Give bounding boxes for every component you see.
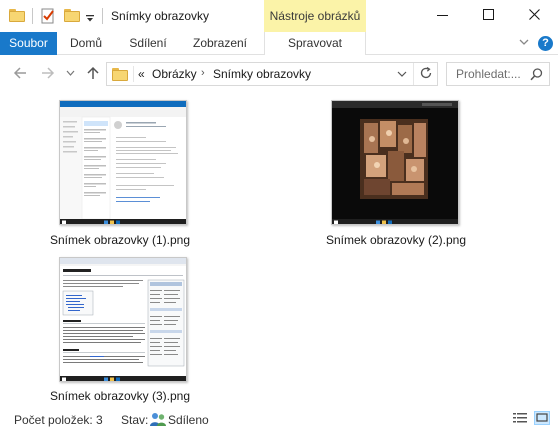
breadcrumb-screenshots[interactable]: Snímky obrazovky [213, 67, 311, 81]
file-name-2: Snímek obrazovky (2).png [325, 233, 467, 247]
expand-ribbon-chevron-icon[interactable] [518, 36, 530, 48]
quick-access-separator [32, 8, 33, 24]
large-icons-view-icon [536, 413, 548, 422]
file-name-3: Snímek obrazovky (3).png [49, 389, 191, 403]
help-icon[interactable]: ? [538, 36, 553, 51]
state-value: Sdíleno [168, 413, 209, 427]
context-group-text: Nástroje obrázků [269, 9, 361, 23]
thumbnail-outlook-screenshot [59, 100, 187, 225]
maximize-button[interactable] [466, 0, 512, 30]
address-bar[interactable]: « Obrázky › Snímky obrazovky [106, 62, 438, 86]
tab-view[interactable]: Zobrazení [187, 32, 253, 55]
address-separator [133, 66, 134, 82]
minimize-button[interactable] [420, 0, 466, 30]
search-box[interactable]: Prohledat:... [446, 62, 550, 86]
search-placeholder: Prohledat:... [456, 67, 521, 81]
new-folder-icon[interactable] [64, 9, 80, 27]
details-view-icon [513, 413, 527, 423]
tab-manage[interactable]: Spravovat [264, 32, 366, 55]
quick-access-dropdown[interactable] [86, 12, 95, 30]
tab-share[interactable]: Sdílení [124, 32, 172, 55]
shared-users-icon [150, 413, 166, 426]
up-arrow-icon[interactable] [85, 65, 101, 81]
file-name-1: Snímek obrazovky (1).png [49, 233, 191, 247]
details-view-button[interactable] [512, 411, 528, 425]
close-icon [529, 9, 540, 20]
search-icon [530, 68, 543, 81]
maximize-icon [483, 9, 494, 20]
breadcrumb-pictures[interactable]: Obrázky [152, 67, 197, 81]
recent-locations-chevron-icon[interactable] [66, 69, 75, 77]
breadcrumb-chevron-icon[interactable]: › [201, 67, 205, 79]
thumbnail-photo-viewer-screenshot [331, 100, 459, 225]
context-group-label: Nástroje obrázků [264, 0, 366, 32]
file-item-1[interactable]: Snímek obrazovky (1).png [40, 90, 200, 250]
file-item-3[interactable]: Snímek obrazovky (3).png [40, 250, 200, 406]
back-arrow-icon[interactable] [12, 65, 28, 81]
address-folder-icon [112, 68, 128, 81]
breadcrumb-overflow[interactable]: « [138, 67, 145, 81]
tab-home[interactable]: Domů [64, 32, 108, 55]
title-bar: Snímky obrazovky Nástroje obrázků [0, 0, 558, 32]
address-history-dropdown-icon[interactable] [397, 70, 407, 78]
ribbon-tabs: Soubor Domů Sdílení Zobrazení Spravovat … [0, 32, 558, 55]
status-bar: Počet položek: 3 Stav: Sdíleno [0, 406, 558, 432]
thumbnail-wikipedia-screenshot [59, 257, 187, 382]
file-item-2[interactable]: Snímek obrazovky (2).png [316, 90, 476, 250]
large-icons-view-button[interactable] [534, 411, 550, 425]
window-title: Snímky obrazovky [111, 9, 210, 23]
properties-icon[interactable] [40, 8, 56, 26]
refresh-button[interactable] [413, 63, 437, 85]
title-separator [102, 8, 103, 24]
navigation-bar: « Obrázky › Snímky obrazovky Prohledat:.… [0, 56, 558, 90]
close-button[interactable] [512, 0, 558, 30]
tab-file[interactable]: Soubor [0, 32, 57, 55]
forward-arrow-icon[interactable] [40, 65, 56, 81]
state-label: Stav: [121, 413, 149, 427]
item-count: Počet položek: 3 [14, 413, 103, 427]
refresh-icon [420, 66, 432, 79]
minimize-icon [437, 15, 448, 16]
file-view: Snímek obrazovky (1).png Snímek obrazovk… [0, 90, 558, 406]
